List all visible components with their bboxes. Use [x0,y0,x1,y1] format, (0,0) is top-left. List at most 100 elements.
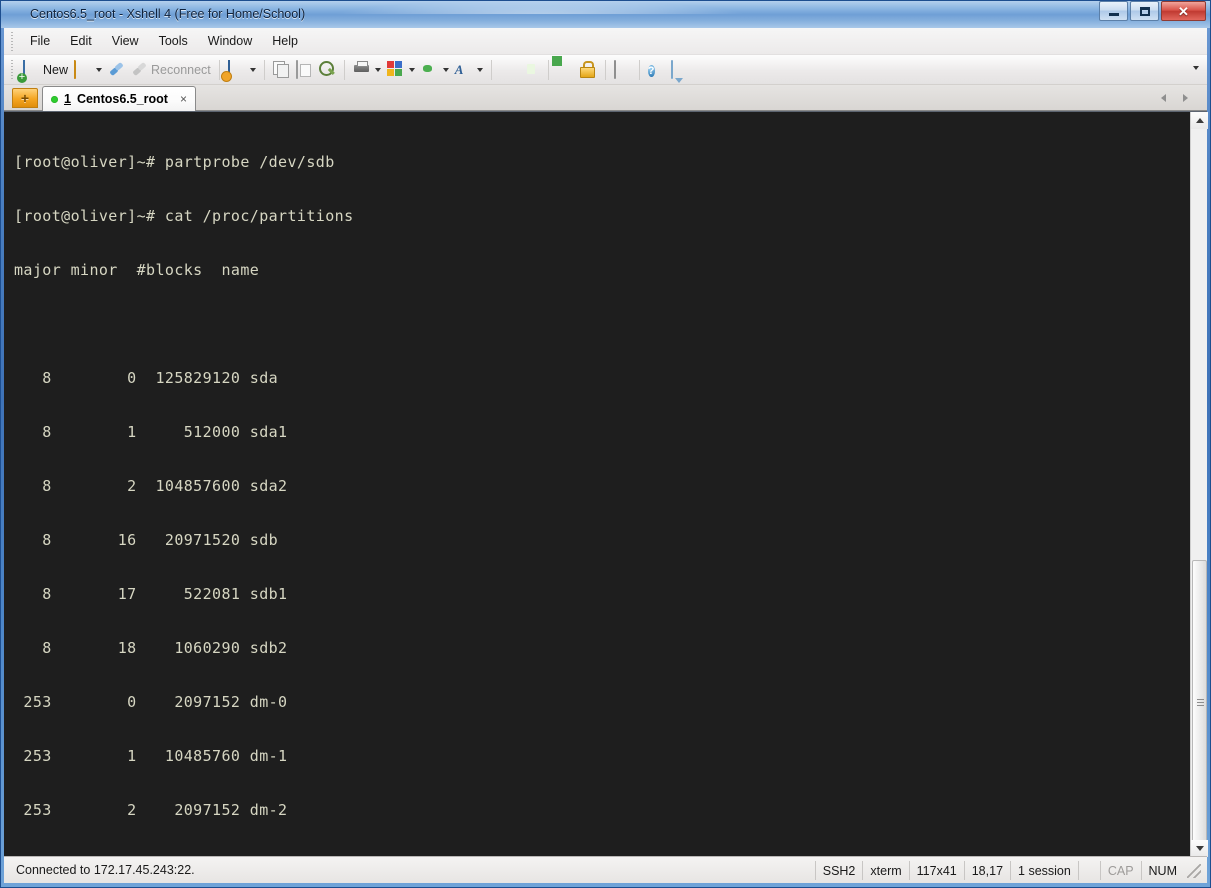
menu-item-edit[interactable]: Edit [60,31,102,51]
session-properties-icon [227,60,245,79]
tab-close-icon[interactable]: × [180,92,187,106]
toolbar-grip-handle[interactable] [9,60,16,79]
chevron-down-icon[interactable] [249,67,256,72]
terminal-line: 253 0 2097152 dm-0 [14,693,288,711]
menu-item-tools[interactable]: Tools [149,31,198,51]
xshell-button[interactable] [497,58,520,82]
terminal-scrollbar[interactable] [1190,112,1208,857]
copy-icon [273,61,290,78]
lock-icon [580,61,597,78]
font-icon: A [454,62,464,77]
chevron-left-icon [1160,94,1166,102]
fullscreen-icon [551,56,574,78]
tab-scroll-left-button[interactable] [1157,91,1169,105]
tab-title-label: Centos6.5_root [76,92,168,106]
terminal-line: [root@oliver]~# cat /proc/partitions [14,207,354,225]
chat-icon [670,60,688,79]
window-title: Centos6.5_root - Xshell 4 (Free for Home… [30,7,306,21]
session-properties-button[interactable] [225,58,259,82]
resize-grip-icon[interactable] [1187,863,1201,878]
tab-index-label: 1 [64,92,71,106]
lock-button[interactable] [577,58,600,82]
title-bar: Centos6.5_root - Xshell 4 (Free for Home… [0,0,1211,28]
tab-centos65-root[interactable]: 1 Centos6.5_root × [42,86,196,111]
xshell-icon [8,6,24,22]
layout-button[interactable] [384,58,418,82]
terminal-line: 253 2 2097152 dm-2 [14,801,288,819]
chevron-down-icon[interactable] [476,67,483,72]
terminal-line: [root@oliver]~# partprobe /dev/sdb [14,153,335,171]
plus-icon: + [20,90,30,106]
layout-icon [386,61,404,78]
reconnect-plug-icon [131,61,148,78]
scroll-up-button[interactable] [1191,112,1208,129]
terminal-line: 8 18 1060290 sdb2 [14,639,288,657]
terminal-line: 253 1 10485760 dm-1 [14,747,288,765]
terminal-line: 8 16 20971520 sdb [14,531,279,549]
toolbar: New Reconnect [4,55,1207,85]
close-button[interactable]: ✕ [1161,1,1206,21]
open-folder-icon [74,60,91,79]
web-button[interactable] [418,58,452,82]
connect-button[interactable] [105,58,128,82]
print-button[interactable] [350,58,384,82]
chevron-down-icon[interactable] [408,67,415,72]
toolbar-separator [604,59,606,80]
menu-item-window[interactable]: Window [198,31,262,51]
font-button[interactable]: A [452,58,486,82]
maximize-button[interactable] [1130,1,1159,21]
status-terminal-type: xterm [862,861,908,880]
find-button[interactable] [316,58,339,82]
terminal-panel: [root@oliver]~# partprobe /dev/sdb [root… [4,111,1208,857]
terminal-line: 8 17 522081 sdb1 [14,585,288,603]
xshell-icon [500,61,517,78]
new-session-icon [23,60,40,79]
minimize-icon [1108,12,1119,16]
toolbar-separator [638,59,640,80]
tab-scroll-right-button[interactable] [1179,91,1191,105]
status-protocol: SSH2 [814,861,863,880]
chevron-down-icon[interactable] [374,67,381,72]
chevron-down-icon[interactable] [96,67,103,72]
menu-bar: File Edit View Tools Window Help [4,28,1207,55]
new-tab-button[interactable]: + [12,88,38,108]
menu-item-file[interactable]: File [20,31,60,51]
print-icon [353,61,370,78]
client-area: File Edit View Tools Window Help New [4,28,1208,883]
chevron-down-icon [1195,846,1204,851]
status-cursor-position: 18,17 [963,861,1010,880]
new-session-button[interactable]: New [20,58,71,82]
menu-item-help[interactable]: Help [262,31,308,51]
status-session-count: 1 session [1010,861,1078,880]
chevron-right-icon [1182,94,1188,102]
menu-grip-handle[interactable] [9,31,16,51]
toolbar-separator [218,59,220,80]
tab-status-dot-icon [51,95,58,103]
terminal-line: 8 1 512000 sda1 [14,423,288,441]
keyboard-button [611,58,634,82]
keyboard-icon [613,60,631,79]
chevron-down-icon[interactable] [442,67,449,72]
reconnect-button: Reconnect [128,58,214,82]
menu-item-view[interactable]: View [102,31,149,51]
new-session-label: New [43,62,69,77]
web-icon [421,61,438,78]
scroll-down-button[interactable] [1191,840,1208,857]
open-session-button[interactable] [71,58,105,82]
terminal-screen[interactable]: [root@oliver]~# partprobe /dev/sdb [root… [4,112,1190,857]
toolbar-separator [343,59,345,80]
window-controls: ✕ [1099,1,1206,21]
status-caps-lock: CAP [1099,861,1141,880]
fullscreen-button[interactable] [551,56,577,82]
chat-button[interactable] [668,58,691,82]
help-button[interactable]: ? [645,58,668,82]
toolbar-overflow-chevron-down-icon[interactable] [1193,66,1199,70]
chevron-up-icon [1195,118,1204,123]
xftp-button[interactable] [520,58,543,82]
scrollbar-thumb[interactable] [1192,560,1207,845]
find-icon [319,61,336,78]
minimize-button[interactable] [1099,1,1128,21]
tab-bar: + 1 Centos6.5_root × [4,85,1207,111]
title-bar-glow [330,0,750,14]
